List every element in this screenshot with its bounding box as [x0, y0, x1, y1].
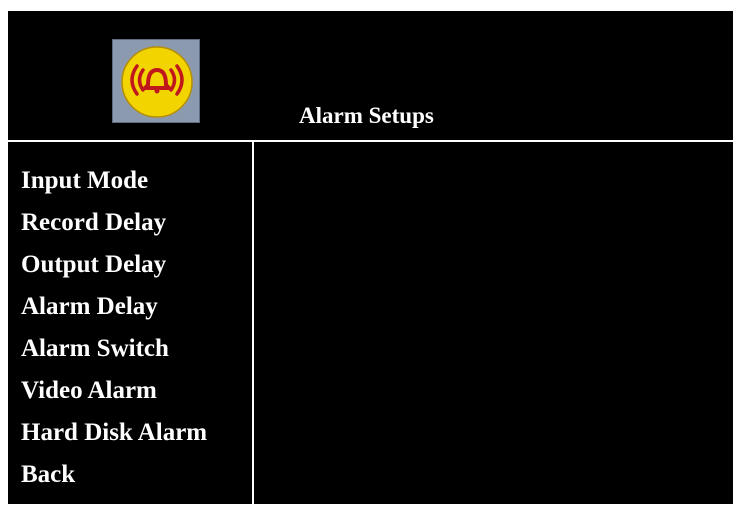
menu-item-input-mode[interactable]: Input Mode: [21, 167, 148, 195]
alarm-bell-icon: [112, 39, 200, 123]
alarm-menu: Input Mode Record Delay Output Delay Ala…: [8, 142, 254, 504]
header: Alarm Setups: [8, 11, 733, 142]
menu-item-hard-disk-alarm[interactable]: Hard Disk Alarm: [21, 419, 207, 447]
content-panel: [254, 142, 733, 504]
menu-item-record-delay[interactable]: Record Delay: [21, 209, 166, 237]
menu-item-video-alarm[interactable]: Video Alarm: [21, 377, 157, 405]
menu-item-back[interactable]: Back: [21, 461, 75, 489]
alarm-setup-screen: Alarm Setups Input Mode Record Delay Out…: [8, 11, 733, 504]
alarm-bell-icon-graphic: [121, 46, 193, 118]
menu-item-output-delay[interactable]: Output Delay: [21, 251, 166, 279]
menu-item-alarm-switch[interactable]: Alarm Switch: [21, 335, 169, 363]
page-title: Alarm Setups: [299, 103, 434, 128]
menu-item-alarm-delay[interactable]: Alarm Delay: [21, 293, 158, 321]
